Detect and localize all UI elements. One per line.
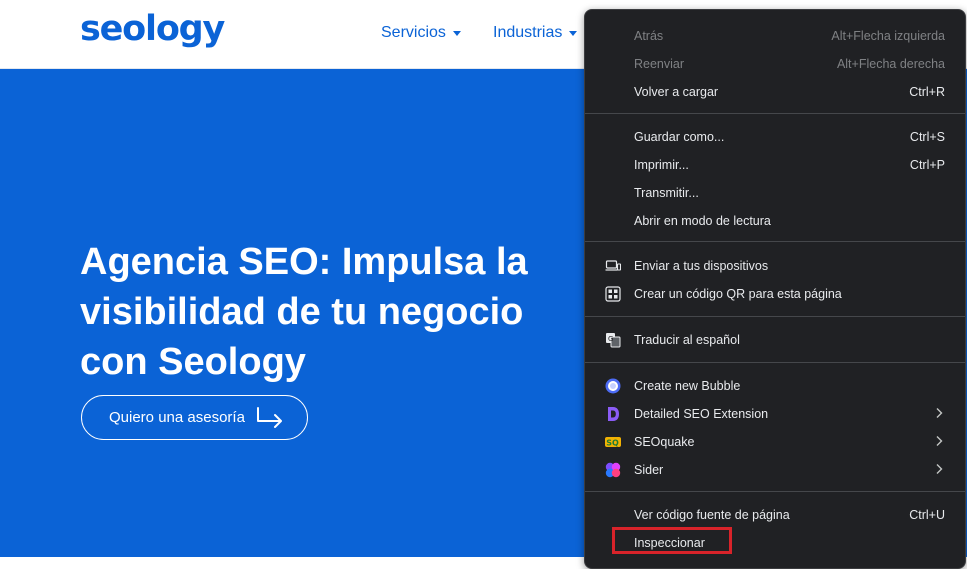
- menu-item-sider[interactable]: Sider: [585, 458, 965, 482]
- menu-item-label: Guardar como...: [634, 130, 725, 144]
- cta-label: Quiero una asesoría: [109, 409, 245, 426]
- menu-item-cast[interactable]: Transmitir...: [585, 181, 965, 205]
- menu-separator: [585, 241, 965, 242]
- menu-item-label: Sider: [634, 463, 664, 477]
- detailed-seo-icon: [608, 407, 619, 421]
- menu-item-forward[interactable]: Reenviar Alt+Flecha derecha: [585, 52, 965, 76]
- menu-separator: [585, 362, 965, 363]
- nav-industrias-label: Industrias: [493, 24, 563, 41]
- menu-item-label: Atrás: [634, 29, 664, 43]
- menu-item-shortcut: Ctrl+R: [909, 85, 945, 99]
- svg-text:G: G: [608, 335, 613, 343]
- menu-item-label: Abrir en modo de lectura: [634, 214, 771, 228]
- sider-icon: [605, 462, 621, 478]
- bubble-extension-icon: [605, 378, 621, 394]
- cta-asesoria-button[interactable]: Quiero una asesoría: [81, 395, 308, 440]
- menu-item-inspect[interactable]: Inspeccionar: [585, 531, 965, 555]
- menu-item-label: Reenviar: [634, 57, 685, 71]
- caret-down-icon: [569, 30, 578, 36]
- menu-item-label: Inspeccionar: [634, 536, 705, 550]
- menu-item-label: Volver a cargar: [634, 85, 719, 99]
- menu-item-translate[interactable]: G Traducir al español: [585, 328, 965, 352]
- menu-separator: [585, 491, 965, 492]
- chevron-right-icon: [936, 436, 943, 446]
- menu-item-label: Create new Bubble: [634, 379, 741, 393]
- arrow-right-icon: [257, 407, 282, 428]
- menu-item-send-to-devices[interactable]: Enviar a tus dispositivos: [585, 254, 965, 278]
- menu-item-label: Transmitir...: [634, 186, 699, 200]
- hero-title: Agencia SEO: Impulsa la visibilidad de t…: [80, 237, 560, 387]
- menu-item-label: Detailed SEO Extension: [634, 407, 769, 421]
- menu-item-back[interactable]: Atrás Alt+Flecha izquierda: [585, 24, 965, 48]
- hero-title-line-2: visibilidad de tu negocio: [80, 291, 524, 333]
- menu-item-qr-code[interactable]: Crear un código QR para esta página: [585, 282, 965, 306]
- nav-industrias[interactable]: Industrias: [493, 24, 578, 42]
- menu-item-create-bubble[interactable]: Create new Bubble: [585, 374, 965, 398]
- menu-item-shortcut: Alt+Flecha izquierda: [831, 29, 945, 43]
- menu-item-shortcut: Ctrl+U: [909, 508, 945, 522]
- menu-item-shortcut: Alt+Flecha derecha: [836, 57, 945, 71]
- menu-item-reload[interactable]: Volver a cargar Ctrl+R: [585, 80, 965, 104]
- menu-item-shortcut: Ctrl+P: [909, 158, 945, 172]
- translate-icon: G: [606, 333, 621, 348]
- chevron-right-icon: [936, 408, 943, 418]
- seology-logo[interactable]: seology: [80, 9, 225, 49]
- menu-item-label: Traducir al español: [634, 333, 740, 347]
- caret-down-icon: [452, 30, 461, 36]
- menu-item-label: Imprimir...: [634, 158, 689, 172]
- svg-text:SQ: SQ: [606, 439, 619, 448]
- menu-item-reading-mode[interactable]: Abrir en modo de lectura: [585, 209, 965, 233]
- menu-item-label: Crear un código QR para esta página: [634, 287, 842, 301]
- devices-icon: [605, 260, 621, 271]
- chevron-right-icon: [936, 464, 943, 474]
- menu-item-save-as[interactable]: Guardar como... Ctrl+S: [585, 125, 965, 149]
- menu-separator: [585, 113, 965, 114]
- menu-item-label: Ver código fuente de página: [634, 508, 790, 522]
- menu-item-label: SEOquake: [634, 435, 695, 449]
- menu-item-view-source[interactable]: Ver código fuente de página Ctrl+U: [585, 503, 965, 527]
- nav-servicios[interactable]: Servicios: [381, 24, 461, 42]
- hero-title-line-1: Agencia SEO: Impulsa la: [80, 241, 528, 283]
- menu-item-shortcut: Ctrl+S: [909, 130, 945, 144]
- menu-separator: [585, 316, 965, 317]
- menu-item-print[interactable]: Imprimir... Ctrl+P: [585, 153, 965, 177]
- menu-item-seoquake[interactable]: SQ SEOquake: [585, 430, 965, 454]
- nav-servicios-label: Servicios: [381, 24, 446, 41]
- hero-title-line-3: con Seology: [80, 341, 306, 383]
- menu-item-detailed-seo[interactable]: Detailed SEO Extension: [585, 402, 965, 426]
- context-menu: Atrás Alt+Flecha izquierda Reenviar Alt+…: [584, 9, 966, 569]
- menu-item-label: Enviar a tus dispositivos: [634, 259, 769, 273]
- qr-code-icon: [605, 286, 621, 302]
- seoquake-icon: SQ: [605, 437, 621, 448]
